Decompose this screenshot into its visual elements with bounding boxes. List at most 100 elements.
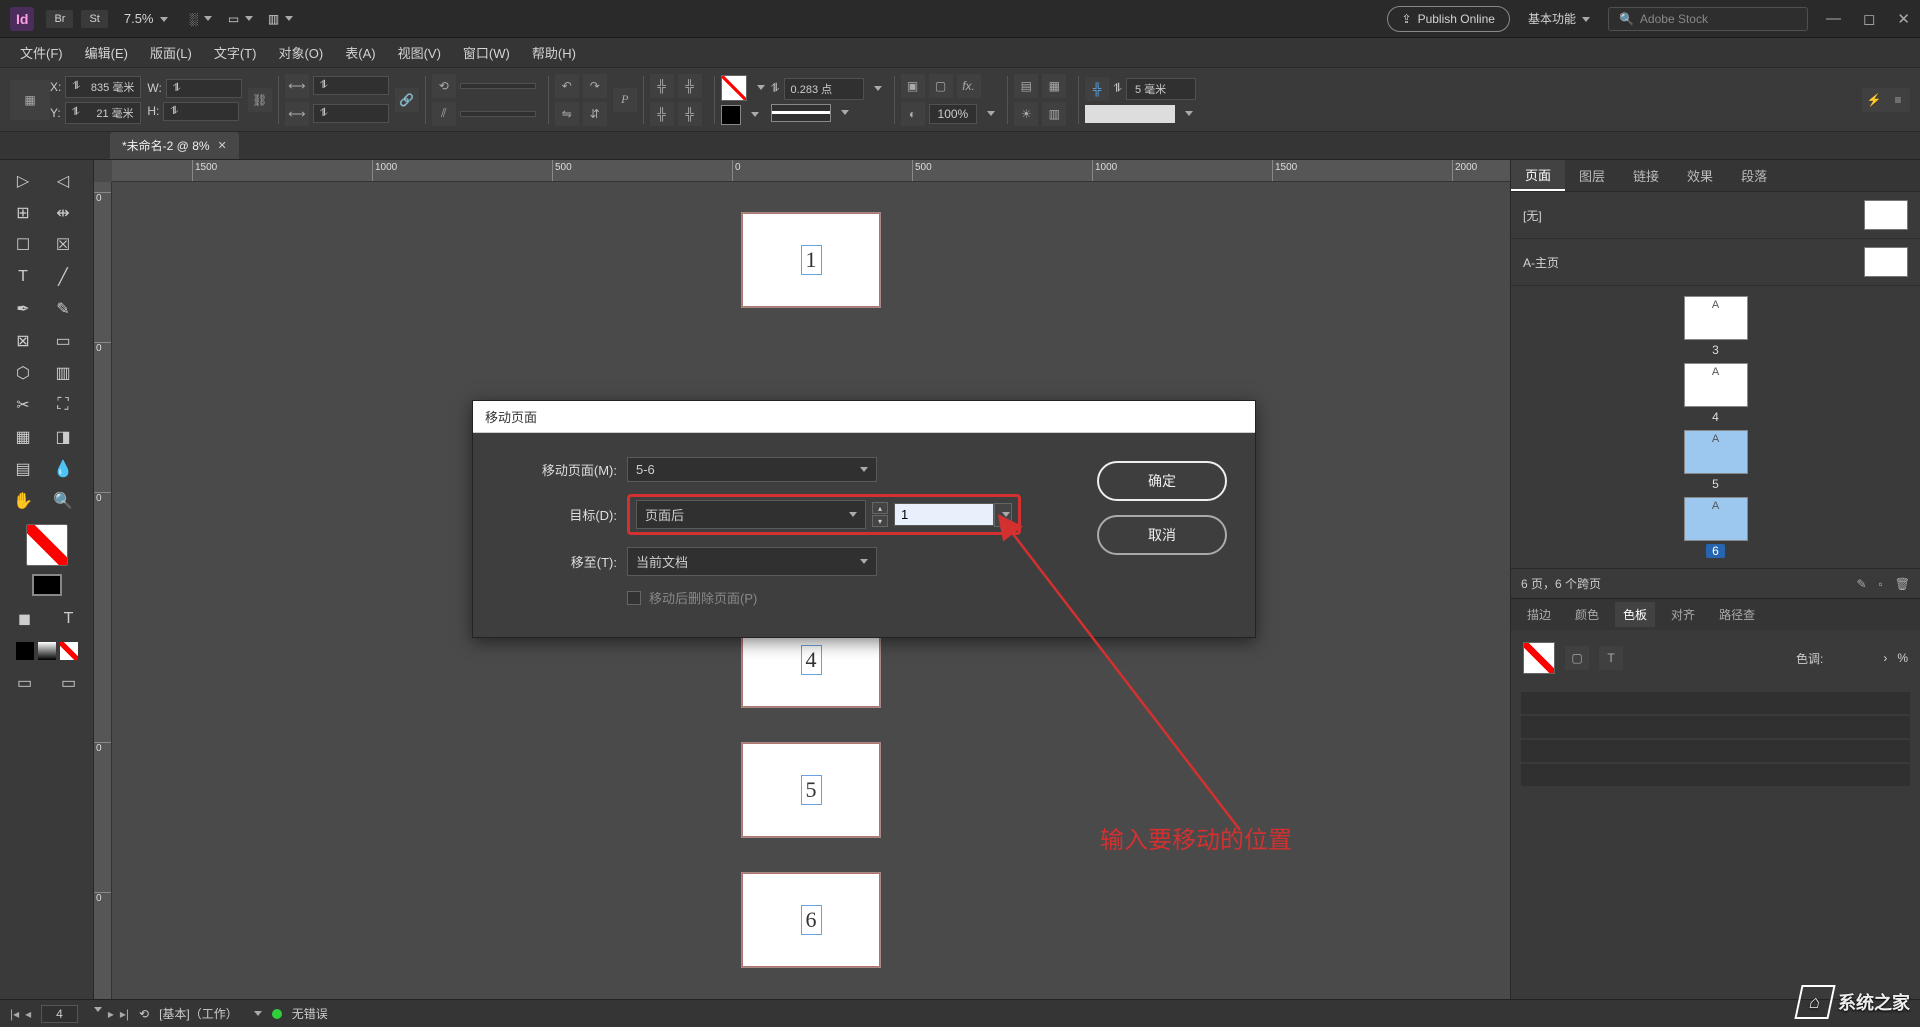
brightness-icon[interactable]: ☀ [1014,102,1038,126]
scale-x-icon[interactable]: ⟷ [285,74,309,98]
rectangle-frame-tool-icon[interactable]: ⊠ [4,326,42,356]
gradient-swatch-icon[interactable]: ▦ [4,422,42,452]
delete-page-icon[interactable]: 🗑 [1895,577,1910,591]
zoom-level-select[interactable]: 7.5% [124,11,168,26]
move-pages-select[interactable]: 5-6 [627,457,877,482]
gap-tool-icon[interactable]: ⇹ [44,198,82,228]
shear-icon[interactable]: ⫽ [432,102,456,126]
reference-point-icon[interactable]: ▦ [10,80,50,120]
menu-window[interactable]: 窗口(W) [453,39,520,66]
edit-page-icon[interactable]: ✎ [1856,577,1866,591]
rotate-90-cw-icon[interactable]: ↷ [583,74,607,98]
formatting-text-icon[interactable]: T [50,604,88,634]
note-tool-icon[interactable]: ▤ [4,454,42,484]
preset-label[interactable]: [基本]（工作） [159,1005,238,1022]
stock-button[interactable]: St [81,10,107,28]
tab-swatches[interactable]: 色板 [1615,602,1655,627]
apply-black-icon[interactable] [16,642,34,660]
free-transform-icon[interactable]: ⛶ [44,390,82,420]
menu-help[interactable]: 帮助(H) [522,39,586,66]
fill-stroke-preview[interactable] [26,524,68,566]
constrain-icon[interactable]: ⛓ [248,88,272,112]
swatch-item[interactable] [1521,740,1910,762]
tab-paragraph[interactable]: 段落 [1727,160,1781,191]
apply-color-icon[interactable]: ◼ [6,604,44,634]
menu-file[interactable]: 文件(F) [10,39,73,66]
canvas-page[interactable]: 5 [741,742,881,838]
scale-y-field[interactable]: ⥮ [313,104,389,123]
first-page-icon[interactable]: |◂ [10,1007,19,1021]
menu-view[interactable]: 视图(V) [388,39,451,66]
preview-mode-icon[interactable]: ▭ [50,668,88,698]
stock-search-input[interactable]: 🔍Adobe Stock [1608,7,1808,31]
tab-effects[interactable]: 效果 [1673,160,1727,191]
stroke-weight-field[interactable]: 0.283 点 [784,78,864,100]
rotate-field[interactable] [460,83,536,89]
menu-table[interactable]: 表(A) [335,39,385,66]
input-dropdown-icon[interactable] [994,503,1012,527]
move-to-select[interactable]: 当前文档 [627,547,877,576]
swatch-preview-icon[interactable] [1523,642,1555,674]
page-number-input[interactable]: 4 [41,1005,78,1023]
tab-pathfinder[interactable]: 路径查 [1711,602,1763,627]
stroke-black-icon[interactable] [721,105,741,125]
w-field[interactable]: ⥮ [166,79,242,98]
swatch-item[interactable] [1521,716,1910,738]
scale-x-field[interactable]: ⥮ [313,76,389,95]
maximize-button[interactable]: ◻ [1863,10,1875,28]
swatch-item[interactable] [1521,692,1910,714]
page-dropdown-icon[interactable] [94,1007,102,1021]
corner-shape-select[interactable] [1085,105,1175,123]
rectangle-tool-icon[interactable]: ▭ [44,326,82,356]
opacity-field[interactable]: 100% [929,104,978,124]
workspace-selector[interactable]: 基本功能 [1520,7,1598,30]
selection-tool-icon[interactable]: ▷ [4,166,42,196]
destination-select[interactable]: 页面后 [636,500,866,529]
gradient-feather-icon[interactable]: ◨ [44,422,82,452]
next-page-icon[interactable]: ▸ [108,1007,114,1021]
spin-up-icon[interactable]: ▴ [872,502,888,514]
tab-pages[interactable]: 页面 [1511,160,1565,191]
text-wrap-icon-2[interactable]: ▦ [1042,74,1066,98]
tab-layers[interactable]: 图层 [1565,160,1619,191]
arrange-icon[interactable]: ▥ [270,10,292,28]
fx-icon[interactable]: fx. [957,74,981,98]
preset-nav-icon[interactable]: ⟲ [139,1007,149,1021]
swatch-item[interactable] [1521,764,1910,786]
corner-icon[interactable]: ╬ [1085,77,1109,101]
close-button[interactable]: ✕ [1897,10,1910,28]
link-scale-icon[interactable]: 🔗 [395,88,419,112]
align-icon-3[interactable]: ╬ [650,102,674,126]
tab-color[interactable]: 颜色 [1567,602,1607,627]
last-page-icon[interactable]: ▸| [120,1007,129,1021]
pencil-tool-icon[interactable]: ✎ [44,294,82,324]
ok-button[interactable]: 确定 [1097,461,1227,501]
master-none-row[interactable]: [无] [1511,192,1920,239]
content-collector-icon[interactable]: ☐ [4,230,42,260]
page-tool-icon[interactable]: ⊞ [4,198,42,228]
prev-page-icon[interactable]: ◂ [25,1007,31,1021]
text-wrap-icon-3[interactable]: ▥ [1042,102,1066,126]
page-item[interactable]: A4 [1684,363,1748,424]
text-wrap-icon-1[interactable]: ▤ [1014,74,1038,98]
minimize-button[interactable]: — [1826,10,1841,28]
h-field[interactable]: ⥮ [163,102,239,121]
swatch-container-icon[interactable]: ▢ [1565,646,1589,670]
type-tool-icon[interactable]: T [4,262,42,292]
tab-align[interactable]: 对齐 [1663,602,1703,627]
apply-gradient-icon[interactable] [38,642,56,660]
stroke-style-select[interactable] [771,104,831,122]
page-item-selected[interactable]: A5 [1684,430,1748,491]
polygon-tool-icon[interactable]: ▥ [44,358,82,388]
eyedropper-tool-icon[interactable]: 💧 [44,454,82,484]
preflight-label[interactable]: 无错误 [292,1005,328,1022]
x-field[interactable]: ⥮835 毫米 [65,76,141,98]
flip-h-icon[interactable]: ⇋ [555,102,579,126]
default-fill-icon[interactable] [32,574,62,596]
view-options-icon[interactable]: ░ [190,10,212,28]
close-tab-icon[interactable]: ✕ [218,139,227,152]
new-page-icon[interactable]: ▫ [1879,577,1883,591]
apply-none-icon[interactable] [60,642,78,660]
page-spinner[interactable]: ▴▾ [872,502,888,527]
content-placer-icon[interactable]: ☒ [44,230,82,260]
